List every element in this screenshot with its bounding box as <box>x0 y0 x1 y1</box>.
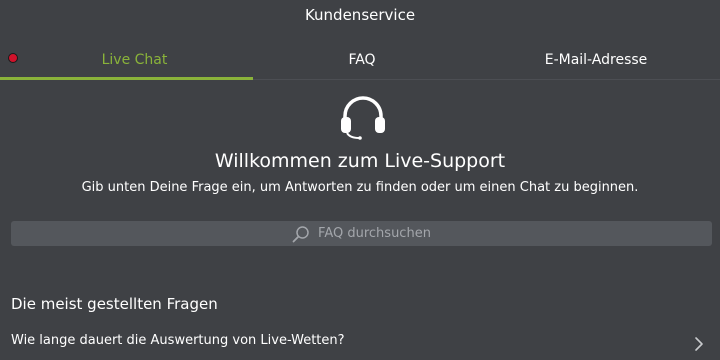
tab-faq[interactable]: FAQ <box>242 40 482 80</box>
tab-label: E-Mail-Adresse <box>544 52 648 68</box>
welcome-subtitle: Gib unten Deine Frage ein, um Antworten … <box>81 180 639 195</box>
faq-heading: Die meist gestellten Fragen <box>11 295 218 313</box>
search-placeholder: FAQ durchsuchen <box>318 226 431 241</box>
welcome-title: Willkommen zum Live-Support <box>214 150 506 172</box>
faq-item-label: Wie lange dauert die Auswertung von Live… <box>11 333 345 348</box>
headset-icon <box>341 96 385 140</box>
search-icon <box>292 225 309 242</box>
tab-live-chat[interactable]: Live Chat <box>16 40 253 80</box>
tab-label: FAQ <box>348 52 376 68</box>
search-input[interactable]: FAQ durchsuchen <box>11 221 712 246</box>
list-item[interactable]: Wie lange dauert die Auswertung von Live… <box>0 326 720 360</box>
chevron-right-icon <box>695 337 703 351</box>
tab-email[interactable]: E-Mail-Adresse <box>476 40 716 80</box>
page-title: Kundenservice <box>304 6 416 24</box>
tab-label: Live Chat <box>101 52 168 68</box>
active-tab-indicator <box>0 77 253 80</box>
status-indicator <box>8 53 18 63</box>
tab-bar: Live Chat FAQ E-Mail-Adresse <box>0 40 720 80</box>
